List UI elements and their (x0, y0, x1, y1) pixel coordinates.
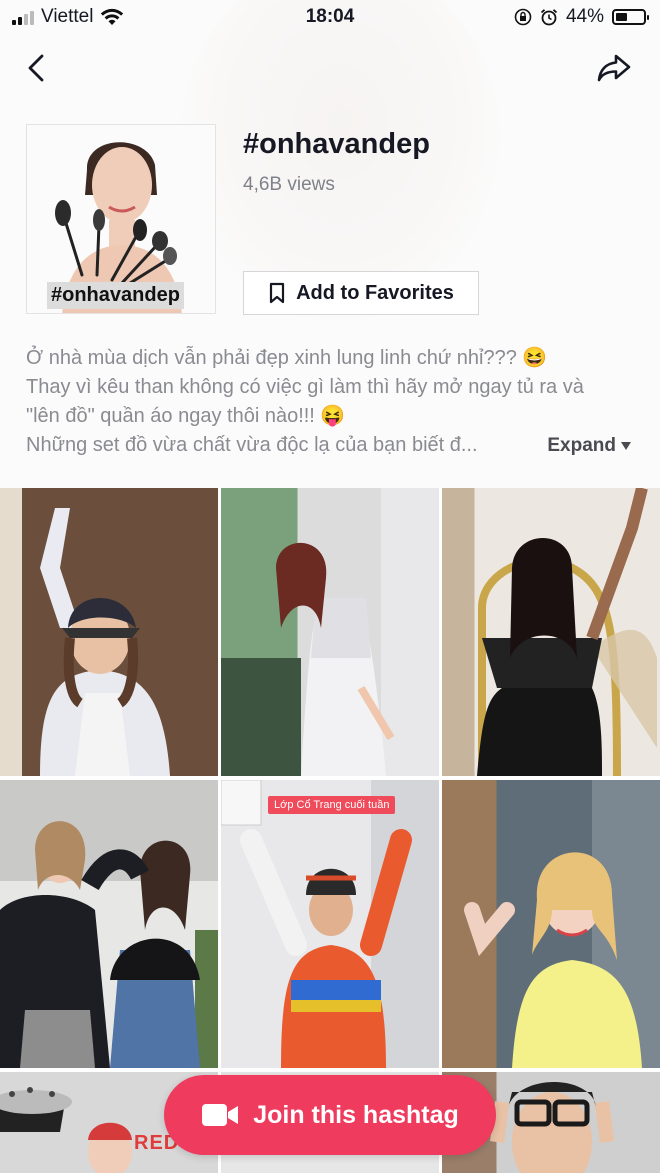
status-bar: Viettel 18:04 44% (0, 0, 660, 34)
thumbnail-caption: #onhavandep (47, 282, 184, 309)
view-count: 4,6B views (243, 174, 335, 195)
add-to-favorites-label: Add to Favorites (296, 281, 454, 304)
video-grid: Lớp Cổ Trang cuối tuần RED (0, 488, 660, 1173)
video-thumbnail[interactable] (442, 488, 660, 776)
video-preview (477, 488, 657, 776)
description-line: Thay vì kêu than không có việc gì làm th… (26, 376, 584, 398)
description-line: "lên đồ" quần áo ngay thôi nào!!! 😝 (26, 405, 346, 427)
battery-icon (612, 9, 649, 25)
bookmark-icon (269, 282, 285, 304)
video-thumbnail[interactable]: Lớp Cổ Trang cuối tuần (221, 780, 439, 1068)
video-thumbnail[interactable] (221, 488, 439, 776)
chevron-left-icon (28, 54, 44, 82)
orientation-lock-icon (514, 8, 532, 26)
expand-button[interactable]: Expand (547, 435, 632, 457)
video-overlay-label: Lớp Cổ Trang cuối tuần (268, 796, 396, 814)
add-to-favorites-button[interactable]: Add to Favorites (243, 271, 479, 315)
join-hashtag-label: Join this hashtag (253, 1100, 459, 1129)
join-hashtag-button[interactable]: Join this hashtag (164, 1075, 496, 1155)
alarm-icon (540, 9, 558, 26)
video-preview (221, 488, 439, 776)
video-thumbnail[interactable] (0, 780, 218, 1068)
description-line: Ở nhà mùa dịch vẫn phải đẹp xinh lung li… (26, 347, 548, 369)
video-thumbnail[interactable] (0, 488, 218, 776)
caret-down-icon (621, 442, 631, 450)
video-camera-icon (202, 1104, 239, 1126)
video-preview (0, 821, 218, 1068)
hashtag-description: Ở nhà mùa dịch vẫn phải đẹp xinh lung li… (26, 344, 636, 460)
video-thumbnail[interactable] (442, 780, 660, 1068)
hashtag-thumbnail: #onhavandep (26, 124, 216, 314)
video-preview (221, 780, 439, 1068)
expand-label: Expand (547, 435, 616, 456)
back-button[interactable] (16, 48, 56, 88)
video-preview (0, 488, 170, 776)
battery-percent: 44% (565, 6, 604, 27)
description-line: Những set đồ vừa chất vừa độc lạ của bạn… (26, 434, 478, 456)
video-preview (464, 780, 660, 1068)
share-button[interactable] (594, 48, 634, 88)
hashtag-title: #onhavandep (243, 128, 430, 160)
share-icon (597, 54, 631, 82)
